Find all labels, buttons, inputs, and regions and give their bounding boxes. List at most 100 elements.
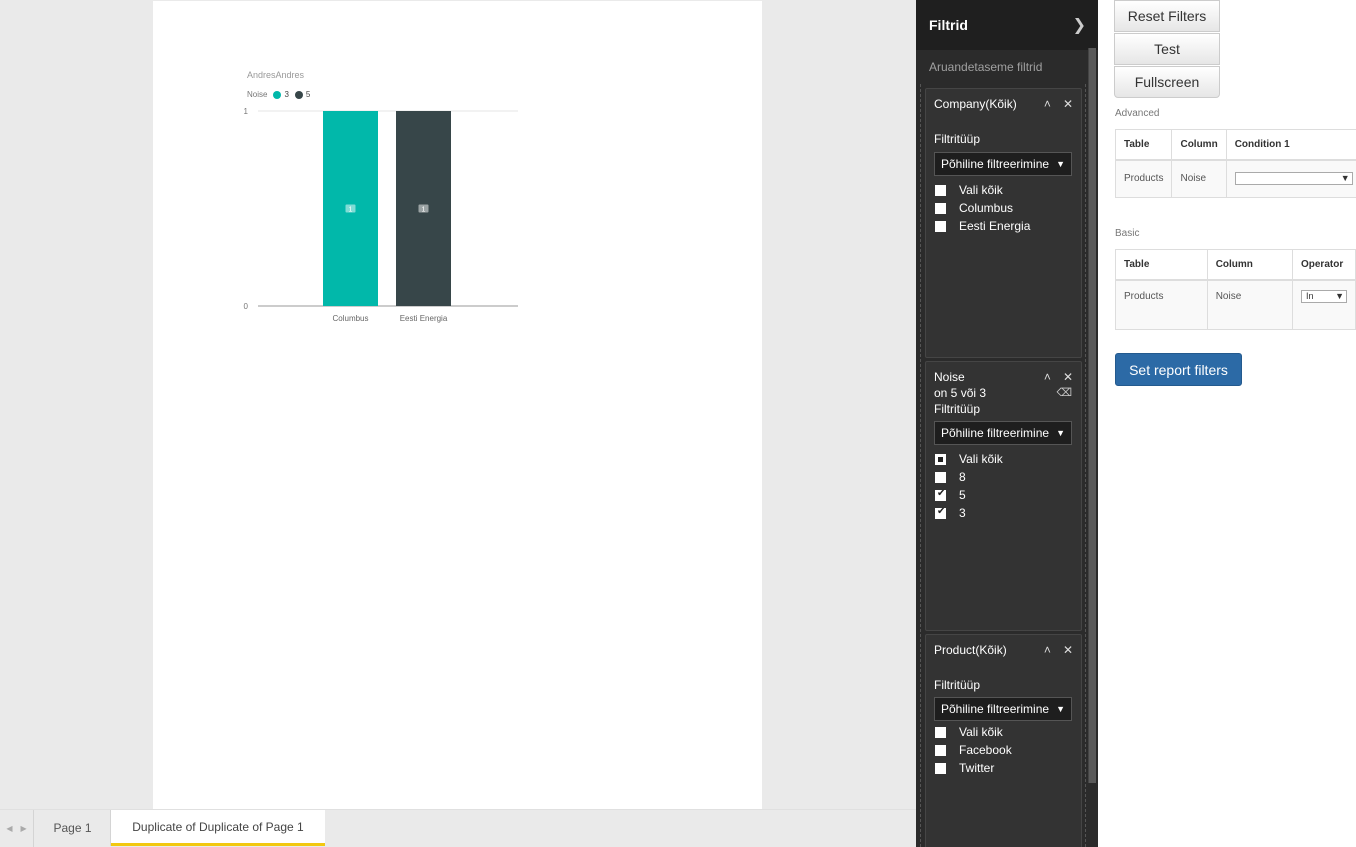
filter-option[interactable]: 8: [935, 468, 1003, 486]
table-header: Table: [1114, 129, 1173, 161]
report-canvas: AndresAndres Noise 3 5 0 1 1 Columbus 1 Eesti…: [153, 1, 762, 809]
advanced-section-label: Advanced: [1115, 108, 1160, 119]
filter-list: Company(Kõik) ˄ ✕ Filtritüüp Põhiline fi…: [920, 84, 1086, 847]
table-cell: Noise: [1206, 279, 1293, 330]
legend-swatch-3: [273, 90, 282, 99]
filter-summary: on 5 või 3: [934, 386, 987, 400]
chart-title: AndresAndres: [247, 70, 305, 80]
table-header: Table: [1115, 249, 1208, 281]
filter-option-label: 8: [959, 470, 966, 484]
collapse-icon[interactable]: ˄: [1044, 370, 1051, 384]
filter-type-value: Põhiline filtreerimine: [941, 702, 1050, 716]
filter-type-select[interactable]: Põhiline filtreerimine ▼: [934, 152, 1072, 176]
filter-option[interactable]: Vali kõik: [935, 723, 1012, 741]
legend-swatch-5: [294, 90, 303, 99]
set-report-filters-button[interactable]: Set report filters: [1115, 353, 1242, 386]
filter-option[interactable]: 5: [935, 486, 1003, 504]
tab-next-icon[interactable]: ▶: [21, 824, 27, 833]
filter-type-value: Põhiline filtreerimine: [941, 157, 1050, 171]
filter-card-title: Company(Kõik): [934, 97, 1017, 111]
page-tab-bar: ◀ ▶ Page 1 Duplicate of Duplicate of Pag…: [0, 809, 916, 847]
dropdown-arrow-icon: ▼: [1056, 428, 1065, 438]
collapse-icon[interactable]: ˄: [1044, 97, 1051, 111]
filter-option-label: Vali kõik: [959, 452, 1003, 466]
filter-option-label: 3: [959, 506, 966, 520]
collapse-icon[interactable]: ˄: [1044, 643, 1051, 657]
fullscreen-button[interactable]: Fullscreen: [1114, 66, 1220, 98]
filter-option[interactable]: Vali kõik: [935, 181, 1030, 199]
filter-pane: Filtrid ❯ Aruandetaseme filtrid Company(…: [916, 0, 1098, 847]
filter-option-label: Vali kõik: [959, 183, 1003, 197]
filter-card-title: Noise: [934, 370, 965, 384]
y-tick-label: 0: [244, 302, 249, 311]
close-icon[interactable]: ✕: [1063, 97, 1073, 111]
data-label: 1: [349, 207, 353, 214]
filter-pane-scrollbar[interactable]: [1088, 48, 1096, 783]
chevron-right-icon[interactable]: ❯: [1073, 15, 1086, 35]
filter-option-label: 5: [959, 488, 966, 502]
table-cell: Products: [1114, 159, 1173, 198]
checkbox[interactable]: [935, 471, 946, 483]
table-header: Column: [1171, 129, 1227, 161]
filter-option[interactable]: Vali kõik: [935, 450, 1003, 468]
checkbox[interactable]: [935, 184, 946, 196]
checkbox[interactable]: [935, 762, 946, 774]
filter-option-label: Columbus: [959, 201, 1014, 215]
tab-duplicate-page[interactable]: Duplicate of Duplicate of Page 1: [111, 810, 325, 846]
filter-type-label: Filtritüüp: [934, 678, 981, 692]
basic-section-label: Basic: [1115, 228, 1140, 239]
data-label: 1: [422, 207, 426, 214]
x-tick-label: Eesti Energia: [400, 314, 448, 323]
table-header: Condition 1: [1225, 129, 1356, 161]
filter-card-noise: Noise ˄ ✕ on 5 või 3 ⌫ Filtritüüp Põhili…: [925, 361, 1082, 631]
table-cell: In ▼: [1291, 279, 1356, 330]
table-cell: Noise: [1171, 159, 1227, 198]
close-icon[interactable]: ✕: [1063, 370, 1073, 384]
operator-value: In: [1305, 290, 1314, 301]
report-area: AndresAndres Noise 3 5 0 1 1 Columbus 1 Eesti…: [0, 0, 916, 847]
checkbox-checked[interactable]: [935, 506, 946, 519]
table-cell: Products: [1115, 279, 1208, 330]
filter-option[interactable]: Twitter: [935, 759, 1012, 777]
table-cell: ▼: [1225, 159, 1356, 198]
test-button[interactable]: Test: [1114, 33, 1220, 65]
filter-type-select[interactable]: Põhiline filtreerimine ▼: [934, 697, 1072, 721]
table-header: Column: [1206, 249, 1293, 281]
filter-type-value: Põhiline filtreerimine: [941, 426, 1050, 440]
advanced-filter-table: Table Column Condition 1 Products Noise …: [1114, 129, 1356, 198]
close-icon[interactable]: ✕: [1063, 643, 1073, 657]
side-panel: Reset Filters Test Fullscreen Advanced T…: [1098, 0, 1356, 847]
dropdown-arrow-icon: ▼: [1056, 704, 1065, 714]
chart-legend[interactable]: Noise 3 5: [247, 90, 310, 99]
filter-card-product: Product(Kõik) ˄ ✕ Filtritüüp Põhiline fi…: [925, 634, 1082, 847]
condition-select[interactable]: ▼: [1234, 172, 1353, 186]
operator-select[interactable]: In ▼: [1300, 289, 1347, 303]
bar-chart[interactable]: 0 1 1 Columbus 1 Eesti Energia: [233, 101, 533, 331]
y-tick-label: 1: [244, 107, 249, 116]
filter-pane-header: Filtrid ❯: [916, 0, 1098, 50]
table-header: Operator: [1291, 249, 1356, 281]
legend-label-5: 5: [305, 90, 311, 99]
filter-option[interactable]: Columbus: [935, 199, 1030, 217]
tab-page-1[interactable]: Page 1: [35, 810, 111, 846]
checkbox[interactable]: [935, 220, 946, 232]
reset-filters-button[interactable]: Reset Filters: [1114, 0, 1220, 32]
tab-prev-icon[interactable]: ◀: [6, 824, 12, 833]
filter-option-label: Eesti Energia: [959, 219, 1031, 233]
legend-label-3: 3: [284, 90, 289, 99]
filter-type-select[interactable]: Põhiline filtreerimine ▼: [934, 421, 1072, 445]
checkbox[interactable]: [935, 202, 946, 214]
filter-option[interactable]: Facebook: [935, 741, 1012, 759]
checkbox-checked[interactable]: [935, 488, 946, 501]
checkbox-partial[interactable]: [935, 453, 946, 465]
filter-option[interactable]: Eesti Energia: [935, 217, 1030, 235]
filter-card-title: Product(Kõik): [934, 643, 1007, 657]
eraser-icon[interactable]: ⌫: [1056, 386, 1072, 399]
filter-card-company: Company(Kõik) ˄ ✕ Filtritüüp Põhiline fi…: [925, 88, 1082, 358]
checkbox[interactable]: [935, 726, 946, 738]
checkbox[interactable]: [935, 744, 946, 756]
filter-option[interactable]: 3: [935, 504, 1003, 522]
filter-option-label: Facebook: [959, 743, 1012, 757]
basic-filter-table: Table Column Operator Products Noise In …: [1115, 249, 1356, 330]
dropdown-arrow-icon: ▼: [1340, 173, 1350, 184]
